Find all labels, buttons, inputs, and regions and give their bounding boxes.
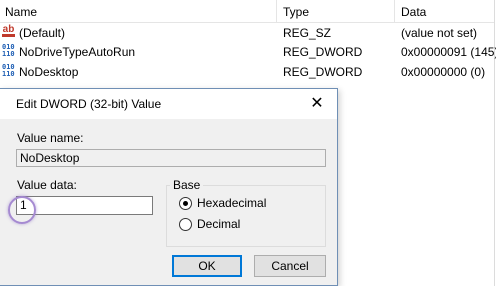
- list-header: Name Type Data: [0, 0, 494, 23]
- dword-value-icon: 010 110: [2, 43, 15, 58]
- list-item[interactable]: ab (Default) REG_SZ (value not set): [0, 23, 494, 43]
- value-name: NoDesktop: [19, 65, 79, 79]
- value-data: (value not set): [401, 26, 478, 40]
- column-header-data[interactable]: Data: [401, 5, 426, 19]
- value-name-field: NoDesktop: [16, 149, 326, 167]
- string-value-icon: ab: [2, 24, 15, 37]
- highlight-circle: [8, 196, 36, 224]
- value-type: REG_DWORD: [283, 45, 363, 59]
- list-item[interactable]: 010 110 NoDesktop REG_DWORD 0x00000000 (0…: [0, 62, 494, 82]
- close-icon[interactable]: ✕: [307, 94, 327, 114]
- hexadecimal-radio[interactable]: [179, 197, 192, 210]
- value-name-label: Value name:: [17, 131, 84, 145]
- value-name: (Default): [19, 26, 66, 40]
- value-data-input[interactable]: 1: [16, 196, 153, 215]
- edit-dword-dialog: Edit DWORD (32-bit) Value ✕ Value name: …: [0, 88, 338, 286]
- base-label: Base: [170, 178, 204, 192]
- value-name: NoDriveTypeAutoRun: [19, 45, 136, 59]
- cancel-button[interactable]: Cancel: [254, 255, 326, 277]
- column-divider[interactable]: [394, 0, 395, 22]
- dialog-title: Edit DWORD (32-bit) Value: [16, 97, 162, 111]
- value-data: 0x00000091 (145): [401, 45, 496, 59]
- column-divider[interactable]: [276, 0, 277, 22]
- value-data-label: Value data:: [17, 178, 77, 192]
- dialog-titlebar[interactable]: Edit DWORD (32-bit) Value ✕: [0, 89, 337, 119]
- decimal-label[interactable]: Decimal: [197, 217, 240, 231]
- hexadecimal-label[interactable]: Hexadecimal: [197, 196, 266, 210]
- decimal-radio[interactable]: [179, 218, 192, 231]
- base-groupbox: [166, 185, 326, 247]
- column-header-type[interactable]: Type: [283, 5, 309, 19]
- value-type: REG_DWORD: [283, 65, 363, 79]
- column-header-name[interactable]: Name: [5, 5, 37, 19]
- list-item[interactable]: 010 110 NoDriveTypeAutoRun REG_DWORD 0x00…: [0, 42, 496, 62]
- dword-value-icon: 010 110: [2, 63, 15, 78]
- value-type: REG_SZ: [283, 26, 332, 40]
- value-data: 0x00000000 (0): [401, 65, 486, 79]
- ok-button[interactable]: OK: [172, 255, 242, 277]
